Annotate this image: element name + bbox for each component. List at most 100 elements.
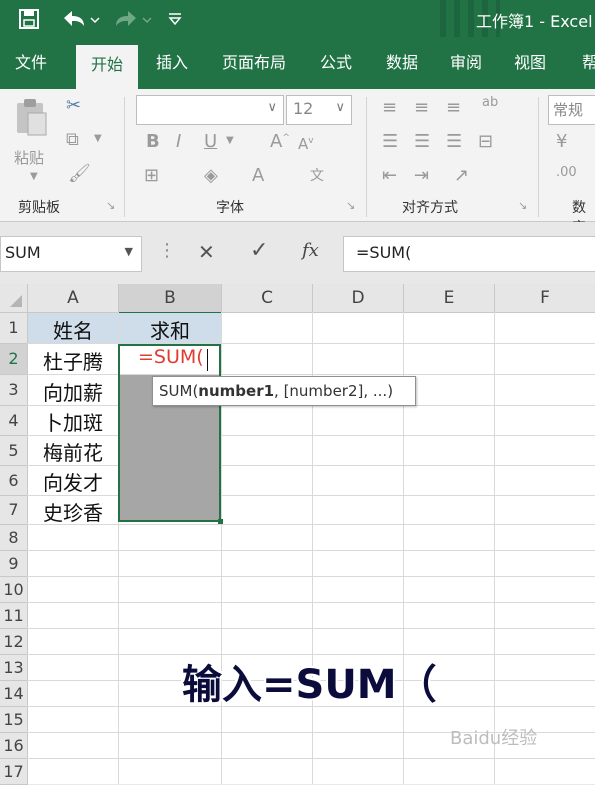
number-format-dropdown[interactable]: 常规 bbox=[548, 95, 595, 125]
redo-icon[interactable] bbox=[112, 8, 152, 30]
decrease-font-icon[interactable]: Av bbox=[298, 135, 314, 153]
gridline bbox=[27, 758, 595, 759]
tooltip-func[interactable]: SUM( bbox=[159, 382, 198, 400]
cell-a1[interactable]: 姓名 bbox=[28, 315, 118, 344]
clipboard-launcher-icon[interactable]: ↘ bbox=[106, 199, 115, 212]
tab-insert[interactable]: 插入 bbox=[142, 37, 202, 89]
tab-formulas[interactable]: 公式 bbox=[308, 37, 364, 89]
font-launcher-icon[interactable]: ↘ bbox=[346, 199, 355, 212]
row-header-13[interactable]: 13 bbox=[0, 655, 28, 681]
copy-icon[interactable]: ⧉ bbox=[66, 129, 79, 150]
insert-function-icon[interactable]: fx bbox=[302, 240, 319, 261]
row-header-8[interactable]: 8 bbox=[0, 525, 28, 551]
tab-home[interactable]: 开始 bbox=[76, 45, 138, 89]
cell-b1[interactable]: 求和 bbox=[119, 315, 221, 344]
cut-icon[interactable]: ✂ bbox=[66, 95, 81, 116]
decimal-icon[interactable]: .00 bbox=[556, 165, 577, 180]
divider bbox=[124, 97, 125, 217]
row-header-9[interactable]: 9 bbox=[0, 551, 28, 577]
chevron-down-icon[interactable]: ▼ bbox=[125, 245, 133, 258]
font-name-dropdown[interactable]: ∨ bbox=[136, 95, 284, 125]
cell-b2-editing[interactable]: =SUM( bbox=[138, 346, 204, 368]
row-header-10[interactable]: 10 bbox=[0, 577, 28, 603]
select-all-corner[interactable] bbox=[0, 284, 28, 313]
increase-indent-icon[interactable]: ⇥ bbox=[414, 165, 429, 186]
column-header-e[interactable]: E bbox=[404, 284, 495, 313]
gridline bbox=[27, 550, 595, 551]
alignment-launcher-icon[interactable]: ↘ bbox=[518, 199, 527, 212]
row-header-4[interactable]: 4 bbox=[0, 406, 28, 436]
row-header-17[interactable]: 17 bbox=[0, 759, 28, 785]
column-header-c[interactable]: C bbox=[222, 284, 313, 313]
align-middle-icon[interactable]: ≡ bbox=[414, 97, 429, 118]
column-header-a[interactable]: A bbox=[28, 284, 119, 313]
align-bottom-icon[interactable]: ≡ bbox=[446, 97, 461, 118]
enter-icon[interactable]: ✓ bbox=[250, 238, 268, 263]
paste-dropdown-icon[interactable]: ▼ bbox=[30, 171, 38, 182]
column-header-f[interactable]: F bbox=[495, 284, 595, 313]
gridline bbox=[27, 576, 595, 577]
row-header-12[interactable]: 12 bbox=[0, 629, 28, 655]
function-tooltip: SUM(number1, [number2], ...) bbox=[152, 376, 416, 406]
tab-view[interactable]: 视图 bbox=[502, 37, 558, 89]
paste-icon[interactable] bbox=[14, 97, 48, 137]
fill-handle[interactable] bbox=[218, 519, 223, 524]
align-left-icon[interactable]: ☰ bbox=[382, 131, 398, 152]
column-header-d[interactable]: D bbox=[313, 284, 404, 313]
wrap-text-icon[interactable]: ab bbox=[482, 95, 498, 110]
tab-page-layout[interactable]: 页面布局 bbox=[212, 37, 296, 89]
underline-icon[interactable]: U bbox=[204, 131, 217, 152]
orientation-icon[interactable]: ↗ bbox=[454, 165, 469, 186]
bold-icon[interactable]: B bbox=[146, 131, 160, 152]
row-header-5[interactable]: 5 bbox=[0, 436, 28, 466]
italic-icon[interactable]: I bbox=[176, 131, 181, 152]
paste-label[interactable]: 粘贴 bbox=[14, 147, 44, 168]
name-box[interactable]: SUM ▼ bbox=[0, 236, 142, 272]
row-header-1[interactable]: 1 bbox=[0, 313, 28, 344]
merge-center-icon[interactable]: ⊟ bbox=[478, 131, 493, 152]
row-header-6[interactable]: 6 bbox=[0, 466, 28, 496]
customize-qat-icon[interactable] bbox=[166, 10, 184, 28]
row-header-11[interactable]: 11 bbox=[0, 603, 28, 629]
copy-dropdown-icon[interactable]: ▼ bbox=[94, 133, 102, 144]
cell-a5[interactable]: 梅前花 bbox=[28, 437, 118, 466]
gridline bbox=[27, 602, 595, 603]
alignment-group-label: 对齐方式 bbox=[402, 200, 458, 216]
currency-icon[interactable]: ¥ bbox=[556, 131, 567, 152]
font-size-dropdown[interactable]: 12 ∨ bbox=[286, 95, 352, 125]
cell-a6[interactable]: 向发才 bbox=[28, 467, 118, 496]
cell-a7[interactable]: 史珍香 bbox=[28, 497, 118, 526]
undo-icon[interactable] bbox=[60, 8, 100, 30]
align-center-icon[interactable]: ☰ bbox=[414, 131, 430, 152]
save-icon[interactable] bbox=[18, 8, 40, 30]
column-header-b[interactable]: B bbox=[119, 284, 222, 314]
font-color-icon[interactable]: A bbox=[252, 165, 264, 186]
phonetic-icon[interactable]: 文 bbox=[310, 165, 324, 185]
cancel-icon[interactable]: ✕ bbox=[198, 240, 215, 264]
borders-icon[interactable]: ⊞ bbox=[144, 165, 159, 186]
tab-review[interactable]: 审阅 bbox=[438, 37, 494, 89]
row-header-2[interactable]: 2 bbox=[0, 344, 28, 375]
row-header-16[interactable]: 16 bbox=[0, 733, 28, 759]
underline-dropdown-icon[interactable]: ▼ bbox=[226, 135, 234, 146]
cell-a2[interactable]: 杜子腾 bbox=[28, 346, 118, 375]
row-header-7[interactable]: 7 bbox=[0, 496, 28, 525]
row-header-15[interactable]: 15 bbox=[0, 707, 28, 733]
tab-data[interactable]: 数据 bbox=[374, 37, 430, 89]
tooltip-arg1[interactable]: number1 bbox=[198, 382, 274, 400]
cell-a3[interactable]: 向加薪 bbox=[28, 377, 118, 406]
format-painter-icon[interactable]: 🖌 bbox=[68, 163, 91, 184]
increase-font-icon[interactable]: A^ bbox=[270, 131, 290, 152]
align-right-icon[interactable]: ☰ bbox=[446, 131, 462, 152]
align-top-icon[interactable]: ≡ bbox=[382, 97, 397, 118]
tab-file[interactable]: 文件 bbox=[0, 37, 62, 89]
cell-a4[interactable]: 卜加斑 bbox=[28, 407, 118, 436]
fill-color-icon[interactable]: ◈ bbox=[204, 165, 218, 186]
tooltip-rest: , [number2], ...) bbox=[274, 382, 394, 400]
formula-input[interactable]: =SUM( bbox=[343, 236, 595, 272]
gridline bbox=[494, 312, 495, 784]
decrease-indent-icon[interactable]: ⇤ bbox=[382, 165, 397, 186]
row-header-14[interactable]: 14 bbox=[0, 681, 28, 707]
tab-help[interactable]: 帮 bbox=[570, 37, 595, 89]
row-header-3[interactable]: 3 bbox=[0, 375, 28, 406]
